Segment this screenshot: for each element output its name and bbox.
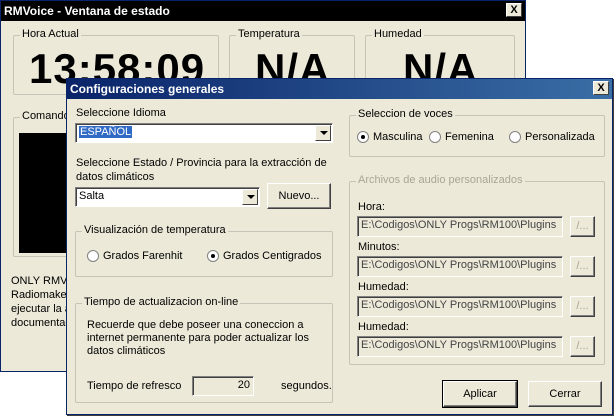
radio-dot-male <box>357 131 369 144</box>
commands-console <box>19 133 71 253</box>
refresh-label: Tiempo de refresco <box>87 380 182 392</box>
refresh-input[interactable]: 20 <box>192 376 254 396</box>
audio-minutes-browse-label: /... <box>576 260 589 272</box>
audio-hour-path-value: E:\Codigos\ONLY Progs\RM100\Plugins <box>361 219 557 231</box>
apply-button[interactable]: Aplicar <box>442 380 518 408</box>
humidity-group-label: Humedad <box>372 28 424 40</box>
province-label-line2: datos climáticos <box>76 171 155 183</box>
info-line: Radiomaker <box>11 289 71 301</box>
radio-voice-female[interactable]: Femenina <box>429 131 494 145</box>
province-select[interactable]: Salta <box>75 187 260 207</box>
audio-hour-label: Hora: <box>358 201 385 213</box>
radio-voice-male-label: Masculina <box>373 131 423 143</box>
close-button-label: Cerrar <box>549 388 581 400</box>
update-note-line: Recuerde que debe poseer una coneccion a <box>87 319 304 331</box>
chevron-down-icon[interactable] <box>242 189 258 205</box>
config-dialog-titlebar[interactable]: Configuraciones generales <box>67 79 612 99</box>
temperature-group-label: Temperatura <box>236 28 302 40</box>
audio-minutes-label: Minutos: <box>358 241 400 253</box>
radio-voice-male[interactable]: Masculina <box>357 131 423 145</box>
audio-hour-path[interactable]: E:\Codigos\ONLY Progs\RM100\Plugins <box>357 216 563 237</box>
close-button[interactable]: Cerrar <box>528 381 602 407</box>
chevron-down-icon[interactable] <box>315 125 331 141</box>
audio-humidity-label: Humedad: <box>358 281 409 293</box>
radio-dot-celsius <box>207 250 219 263</box>
refresh-unit: segundos. <box>281 380 332 392</box>
new-province-button-label: Nuevo... <box>278 190 320 202</box>
custom-audio-group-label: Archivos de audio personalizados <box>356 174 525 186</box>
audio-humidity-browse-button[interactable]: /... <box>570 296 595 317</box>
status-window-titlebar[interactable]: RMVoice - Ventana de estado <box>1 1 525 21</box>
status-window-title: RMVoice - Ventana de estado <box>4 4 170 18</box>
audio-humidity2-browse-button[interactable]: /... <box>570 336 595 357</box>
update-note-line: datos climáticos <box>87 345 166 357</box>
audio-minutes-path[interactable]: E:\Codigos\ONLY Progs\RM100\Plugins <box>357 256 563 277</box>
radio-celsius[interactable]: Grados Centigrados <box>207 250 321 264</box>
radio-voice-custom-label: Personalizada <box>525 131 595 143</box>
audio-humidity2-label: Humedad: <box>358 321 409 333</box>
province-label-line1: Seleccione Estado / Provincia para la ex… <box>76 157 327 169</box>
radio-voice-female-label: Femenina <box>445 131 494 143</box>
config-dialog-title: Configuraciones generales <box>70 82 225 96</box>
radio-dot-fahrenheit <box>87 250 99 263</box>
info-line: ejecutar la a <box>11 303 71 315</box>
province-value: Salta <box>79 190 105 202</box>
update-time-group-label: Tiempo de actualizacion on-line <box>82 296 241 308</box>
radio-celsius-label: Grados Centigrados <box>223 250 322 262</box>
temperature-display-group-label: Visualización de temperatura <box>82 224 228 236</box>
info-line: ONLY RMV <box>11 275 68 287</box>
config-dialog: Configuraciones generales X Seleccione I… <box>66 78 613 415</box>
audio-humidity2-browse-label: /... <box>576 340 589 352</box>
audio-hour-browse-label: /... <box>576 220 589 232</box>
info-line: documentaci <box>11 317 74 329</box>
radio-fahrenheit-label: Grados Farenhit <box>103 250 183 262</box>
audio-humidity-path[interactable]: E:\Codigos\ONLY Progs\RM100\Plugins <box>357 296 563 317</box>
audio-minutes-browse-button[interactable]: /... <box>570 256 595 277</box>
config-dialog-close-button[interactable]: X <box>593 81 609 95</box>
language-select[interactable]: ESPAÑOL <box>75 123 333 143</box>
language-value: ESPAÑOL <box>77 125 134 139</box>
radio-voice-custom[interactable]: Personalizada <box>509 131 595 145</box>
time-group-label: Hora Actual <box>20 28 81 40</box>
update-note-line: internet permanente para poder actualiza… <box>87 332 309 344</box>
voices-group-label: Seleccion de voces <box>356 108 455 120</box>
audio-hour-browse-button[interactable]: /... <box>570 216 595 237</box>
language-label: Seleccione Idioma <box>76 107 166 119</box>
audio-humidity-path-value: E:\Codigos\ONLY Progs\RM100\Plugins <box>361 299 557 311</box>
refresh-value: 20 <box>237 379 250 391</box>
audio-humidity2-path-value: E:\Codigos\ONLY Progs\RM100\Plugins <box>361 339 557 351</box>
radio-fahrenheit[interactable]: Grados Farenhit <box>87 250 182 264</box>
radio-dot-custom <box>509 131 521 144</box>
radio-dot-female <box>429 131 441 144</box>
audio-humidity-browse-label: /... <box>576 300 589 312</box>
apply-button-label: Aplicar <box>463 388 497 400</box>
status-window-close-button[interactable]: X <box>506 3 522 17</box>
new-province-button[interactable]: Nuevo... <box>267 183 331 209</box>
audio-humidity2-path[interactable]: E:\Codigos\ONLY Progs\RM100\Plugins <box>357 336 563 357</box>
audio-minutes-path-value: E:\Codigos\ONLY Progs\RM100\Plugins <box>361 259 557 271</box>
